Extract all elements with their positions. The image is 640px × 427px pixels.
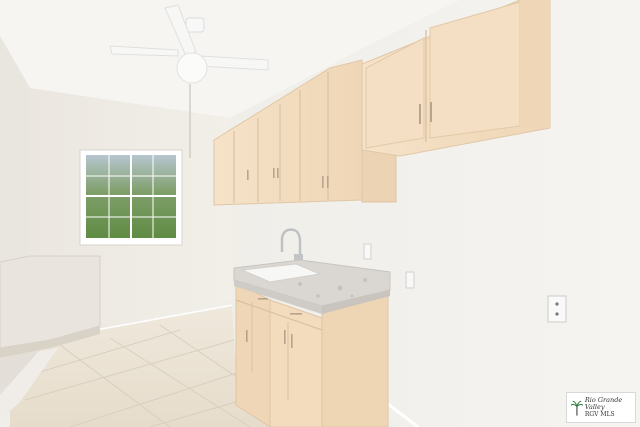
palm-tree-icon — [571, 400, 583, 416]
kitchen-photo — [0, 0, 640, 427]
watermark-line-1: Rio Grande Valley — [584, 396, 623, 411]
window — [79, 149, 183, 246]
watermark-logo: Rio Grande Valley RGV MLS — [566, 392, 636, 423]
watermark-line-2: RGV MLS — [584, 411, 615, 418]
light-switch — [363, 243, 372, 260]
